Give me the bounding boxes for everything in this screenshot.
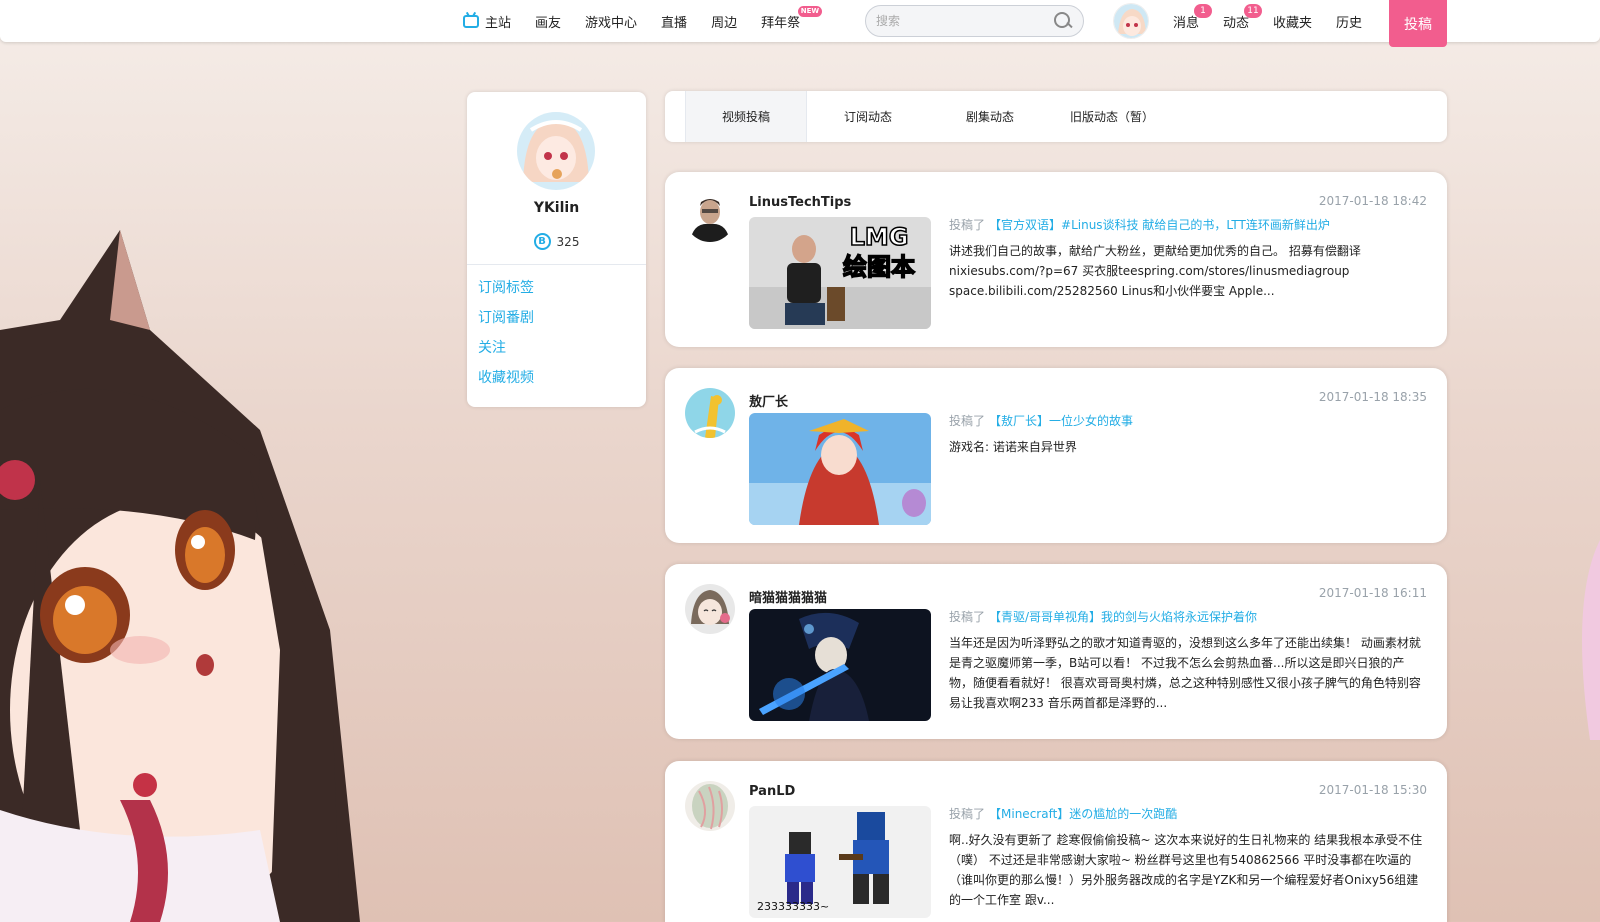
coin-count: 325: [556, 234, 580, 249]
tv-icon: [463, 14, 479, 28]
feed-card: PanLD 2017-01-18 15:30 233333333~ 投稿了 【Mi…: [665, 761, 1447, 922]
tab-legacy[interactable]: 旧版动态（暂）: [1051, 91, 1173, 142]
thumb-text: LMG: [850, 223, 909, 251]
post-verb: 投稿了: [949, 807, 986, 821]
nav-merch[interactable]: 周边: [711, 12, 737, 31]
video-title-link[interactable]: 【青驱/哥哥单视角】我的剑与火焰将永远保护着你: [989, 610, 1257, 624]
post-verb: 投稿了: [949, 218, 986, 232]
author-name[interactable]: 暗猫猫猫猫猫: [749, 587, 827, 606]
post-verb: 投稿了: [949, 610, 986, 624]
new-badge: NEW: [797, 5, 823, 17]
link-subscribed-tags[interactable]: 订阅标签: [478, 280, 534, 310]
main-nav: 主站 画友 游戏中心 直播 周边 拜年祭 NEW: [463, 0, 824, 42]
post-headline: 投稿了 【Minecraft】迷の尴尬的一次跑酷: [949, 806, 1177, 822]
video-description: 讲述我们自己的故事，献给广大粉丝，更献给更加优秀的自己。 招募有偿翻译 nixi…: [949, 244, 1361, 298]
author-avatar[interactable]: [685, 781, 735, 831]
nav-home[interactable]: 主站: [463, 12, 511, 31]
author-name[interactable]: LinusTechTips: [749, 195, 851, 210]
video-thumbnail[interactable]: 233333333~: [749, 806, 931, 918]
video-title-link[interactable]: 【敖厂长】一位少女的故事: [989, 414, 1133, 428]
video-thumbnail[interactable]: LMG 绘图本: [749, 217, 931, 329]
post-time: 2017-01-18 15:30: [1318, 783, 1427, 797]
profile-divider: [467, 264, 646, 265]
user-avatar[interactable]: [1113, 3, 1149, 39]
nav-live-label: 直播: [661, 15, 688, 31]
thumb-text: 绘图本: [843, 253, 915, 281]
video-description: 当年还是因为听泽野弘之的歌才知道青驱的，没想到这么多年了还能出续集！ 动画素材就…: [949, 636, 1421, 710]
nav-merch-label: 周边: [711, 15, 738, 31]
nav-dynamics[interactable]: 动态 11: [1223, 3, 1263, 31]
background-character-art: [0, 210, 360, 922]
author-name[interactable]: 敖厂长: [749, 391, 788, 410]
feed-card: 敖厂长 2017-01-18 18:35 投稿了 【敖厂长】一位少女的故事 游戏名…: [665, 368, 1447, 543]
feed-card: LinusTechTips 2017-01-18 18:42 LMG 绘图本 投…: [665, 172, 1447, 347]
nav-live[interactable]: 直播: [661, 12, 687, 31]
user-nav: 消息 1 动态 11 收藏夹 历史: [1173, 0, 1386, 42]
post-headline: 投稿了 【官方双语】#Linus谈科技 献给自己的书，LTT连环画新鲜出炉: [949, 217, 1330, 233]
link-following[interactable]: 关注: [478, 340, 534, 370]
post-time: 2017-01-18 16:11: [1318, 586, 1427, 600]
video-title-link[interactable]: 【Minecraft】迷の尴尬的一次跑酷: [989, 807, 1177, 821]
nav-favorites[interactable]: 收藏夹: [1273, 12, 1312, 31]
upload-button[interactable]: 投稿: [1389, 0, 1447, 47]
coin-balance: B 325: [467, 233, 646, 250]
post-headline: 投稿了 【青驱/哥哥单视角】我的剑与火焰将永远保护着你: [949, 609, 1257, 625]
top-nav-bar: 主站 画友 游戏中心 直播 周边 拜年祭 NEW 消息 1 动态 11 收藏夹: [0, 0, 1600, 47]
b-coin-icon: B: [533, 233, 551, 250]
search-input[interactable]: [876, 14, 1053, 28]
nav-game-center[interactable]: 游戏中心: [585, 12, 637, 31]
video-thumbnail[interactable]: [749, 413, 931, 525]
nav-new-year-gala[interactable]: 拜年祭 NEW: [761, 5, 823, 31]
post-time: 2017-01-18 18:42: [1318, 194, 1427, 208]
search-box: [865, 5, 1084, 37]
nav-history[interactable]: 历史: [1336, 12, 1362, 31]
nav-favorites-label: 收藏夹: [1273, 15, 1313, 31]
nav-game-center-label: 游戏中心: [585, 15, 638, 31]
nav-painting-label: 画友: [535, 15, 562, 31]
nav-home-label: 主站: [485, 15, 512, 31]
tab-subscriptions[interactable]: 订阅动态: [807, 91, 929, 142]
messages-count-badge: 1: [1194, 3, 1213, 18]
link-subscribed-anime[interactable]: 订阅番剧: [478, 310, 534, 340]
nav-history-label: 历史: [1336, 15, 1363, 31]
profile-links: 订阅标签 订阅番剧 关注 收藏视频: [478, 280, 534, 400]
link-favorite-videos[interactable]: 收藏视频: [478, 370, 534, 400]
background-edge-art: [1582, 540, 1600, 740]
video-description: 啊..好久没有更新了 趁寒假偷偷投稿~ 这次本来说好的生日礼物来的 结果我根本承…: [949, 833, 1423, 907]
profile-username[interactable]: YKilin: [467, 200, 646, 216]
author-avatar[interactable]: [685, 584, 735, 634]
video-title-link[interactable]: 【官方双语】#Linus谈科技 献给自己的书，LTT连环画新鲜出炉: [989, 218, 1330, 232]
video-thumbnail[interactable]: [749, 609, 931, 721]
nav-new-year-gala-label: 拜年祭: [761, 15, 801, 31]
tab-series[interactable]: 剧集动态: [929, 91, 1051, 142]
profile-card: YKilin B 325 订阅标签 订阅番剧 关注 收藏视频: [467, 92, 646, 407]
post-headline: 投稿了 【敖厂长】一位少女的故事: [949, 413, 1133, 429]
post-time: 2017-01-18 18:35: [1318, 390, 1427, 404]
feed-card: 暗猫猫猫猫猫 2017-01-18 16:11 投稿了 【青驱/哥哥单视角】我的剑…: [665, 564, 1447, 739]
author-avatar[interactable]: [685, 388, 735, 438]
feed-tabs: 视频投稿 订阅动态 剧集动态 旧版动态（暂）: [665, 91, 1447, 142]
thumb-text: 233333333~: [757, 900, 829, 913]
author-name[interactable]: PanLD: [749, 784, 795, 799]
video-description: 游戏名: 诺诺来自异世界: [949, 440, 1077, 454]
author-avatar[interactable]: [685, 192, 735, 242]
tab-video-uploads[interactable]: 视频投稿: [685, 91, 807, 142]
dynamics-count-badge: 11: [1244, 3, 1263, 18]
post-verb: 投稿了: [949, 414, 986, 428]
nav-painting[interactable]: 画友: [535, 12, 561, 31]
search-icon[interactable]: [1053, 11, 1073, 31]
profile-avatar[interactable]: [517, 112, 595, 190]
nav-messages[interactable]: 消息 1: [1173, 3, 1213, 31]
